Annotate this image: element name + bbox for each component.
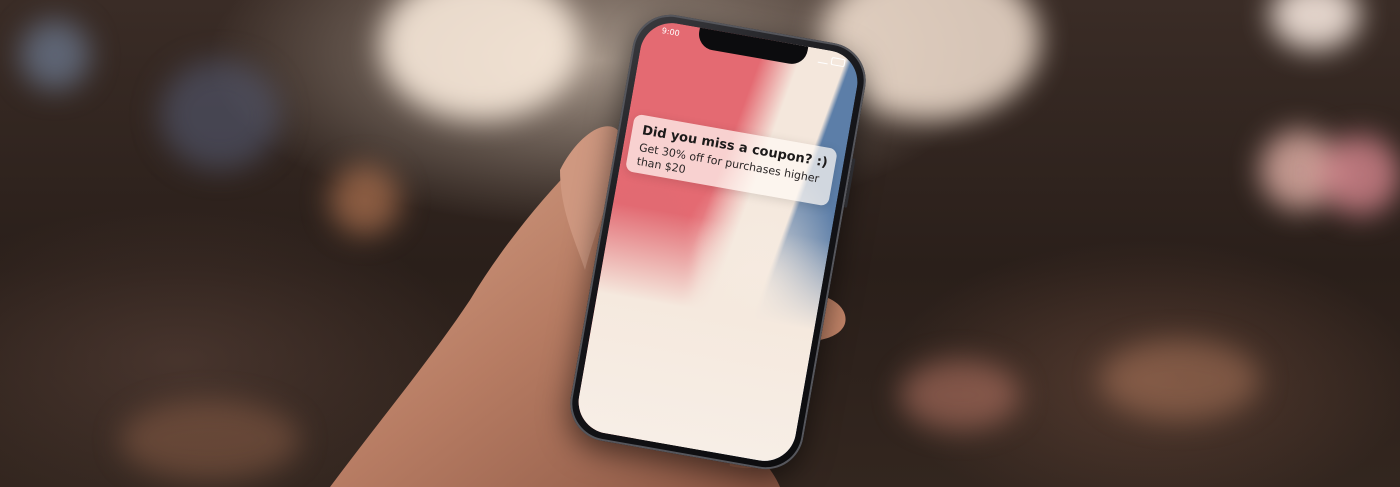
phone: 9:00 Did you miss a coupon? :) Get 30% o… [0, 0, 1400, 487]
battery-icon [830, 56, 846, 68]
photo-scene: 9:00 Did you miss a coupon? :) Get 30% o… [0, 0, 1400, 487]
status-icons [817, 55, 846, 68]
signal-icon [817, 55, 829, 64]
status-time: 9:00 [661, 26, 681, 39]
phone-notch [696, 27, 809, 67]
phone-body: 9:00 Did you miss a coupon? :) Get 30% o… [564, 8, 872, 476]
phone-screen: 9:00 Did you miss a coupon? :) Get 30% o… [573, 18, 863, 466]
side-button [843, 158, 856, 208]
wallpaper-gradient [573, 202, 830, 466]
